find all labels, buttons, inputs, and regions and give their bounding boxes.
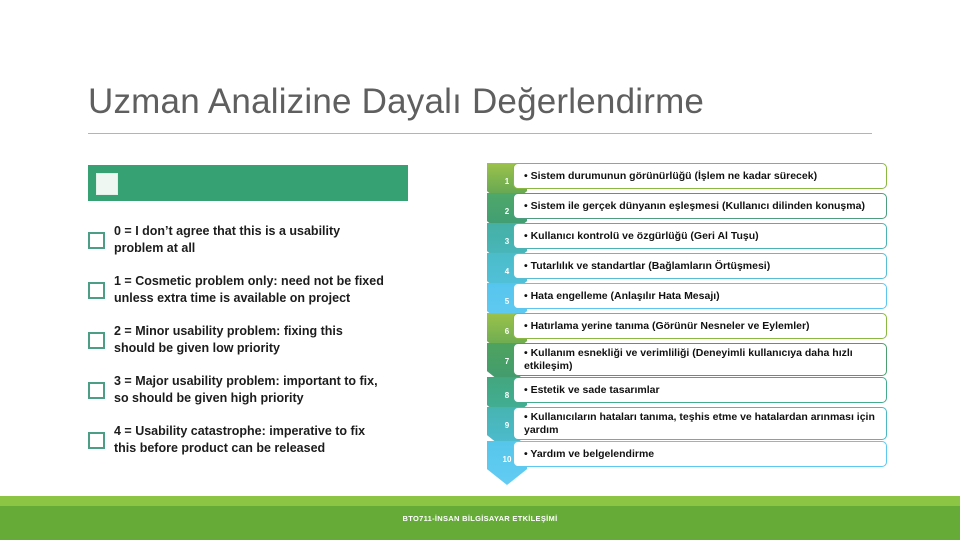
severity-list: 0 = I don’t agree that this is a usabili… bbox=[88, 223, 408, 457]
heuristic-number: 8 bbox=[504, 391, 510, 400]
footer-course-label: BTO711-İNSAN BİLGİSAYAR ETKİLEŞİMİ bbox=[402, 514, 558, 523]
heuristic-label: • Yardım ve belgelendirme bbox=[524, 447, 655, 460]
heuristic-row[interactable]: 3 • Kullanıcı kontrolü ve özgürlüğü (Geri… bbox=[487, 223, 887, 267]
heuristic-text-box[interactable]: • Yardım ve belgelendirme bbox=[513, 441, 887, 467]
severity-item[interactable]: 4 = Usability catastrophe: imperative to… bbox=[88, 423, 408, 457]
heuristic-number: 7 bbox=[504, 357, 510, 366]
severity-item[interactable]: 1 = Cosmetic problem only: need not be f… bbox=[88, 273, 408, 307]
checkbox-icon[interactable] bbox=[88, 382, 105, 399]
severity-scale-panel: 0 = I don’t agree that this is a usabili… bbox=[88, 165, 408, 473]
heuristic-label: • Sistem durumunun görünürlüğü (İşlem ne… bbox=[524, 169, 818, 182]
heuristic-number: 6 bbox=[504, 327, 510, 336]
footer-bar bbox=[0, 506, 960, 540]
heuristic-label: • Estetik ve sade tasarımlar bbox=[524, 383, 660, 396]
heuristic-row[interactable]: 10 • Yardım ve belgelendirme bbox=[487, 441, 887, 485]
heuristic-row[interactable]: 4 • Tutarlılık ve standartlar (Bağlamları… bbox=[487, 253, 887, 297]
heuristic-number: 10 bbox=[502, 455, 512, 464]
heuristic-label: • Hatırlama yerine tanıma (Görünür Nesne… bbox=[524, 319, 810, 332]
severity-item[interactable]: 2 = Minor usability problem: fixing this… bbox=[88, 323, 408, 357]
checkbox-icon[interactable] bbox=[88, 282, 105, 299]
heuristic-text-box[interactable]: • Estetik ve sade tasarımlar bbox=[513, 377, 887, 403]
highlight-bar bbox=[88, 165, 408, 201]
heuristic-label: • Sistem ile gerçek dünyanın eşleşmesi (… bbox=[524, 199, 865, 212]
severity-item-label: 1 = Cosmetic problem only: need not be f… bbox=[114, 274, 384, 305]
severity-item-label: 3 = Major usability problem: important t… bbox=[114, 374, 378, 405]
severity-item[interactable]: 3 = Major usability problem: important t… bbox=[88, 373, 408, 407]
heuristic-label: • Kullanıcı kontrolü ve özgürlüğü (Geri … bbox=[524, 229, 759, 242]
highlight-bar-checkbox[interactable] bbox=[96, 173, 118, 195]
heuristics-list: 1 • Sistem durumunun görünürlüğü (İşlem n… bbox=[487, 163, 887, 485]
heuristic-row[interactable]: 9 • Kullanıcıların hataları tanıma, teşhi… bbox=[487, 407, 887, 451]
heuristic-label: • Kullanıcıların hataları tanıma, teşhis… bbox=[524, 411, 875, 436]
heuristic-text-box[interactable]: • Tutarlılık ve standartlar (Bağlamların… bbox=[513, 253, 887, 279]
heuristic-label: • Tutarlılık ve standartlar (Bağlamların… bbox=[524, 259, 771, 272]
severity-item-label: 4 = Usability catastrophe: imperative to… bbox=[114, 424, 366, 455]
heuristic-number: 9 bbox=[504, 421, 510, 430]
heuristic-row[interactable]: 7 • Kullanım esnekliği ve verimliliği (De… bbox=[487, 343, 887, 387]
footer-accent-strip bbox=[0, 496, 960, 506]
heuristic-number: 5 bbox=[504, 297, 510, 306]
heuristic-number: 2 bbox=[504, 207, 510, 216]
heuristic-row[interactable]: 2 • Sistem ile gerçek dünyanın eşleşmesi … bbox=[487, 193, 887, 237]
severity-item[interactable]: 0 = I don’t agree that this is a usabili… bbox=[88, 223, 408, 257]
page-title: Uzman Analizine Dayalı Değerlendirme bbox=[88, 82, 705, 121]
checkbox-icon[interactable] bbox=[88, 332, 105, 349]
heuristic-label: • Kullanım esnekliği ve verimliliği (Den… bbox=[524, 347, 853, 372]
heuristic-text-box[interactable]: • Sistem ile gerçek dünyanın eşleşmesi (… bbox=[513, 193, 887, 219]
heuristic-text-box[interactable]: • Sistem durumunun görünürlüğü (İşlem ne… bbox=[513, 163, 887, 189]
heuristic-text-box[interactable]: • Kullanıcı kontrolü ve özgürlüğü (Geri … bbox=[513, 223, 887, 249]
heuristic-number: 4 bbox=[504, 267, 510, 276]
heuristic-number: 1 bbox=[504, 177, 510, 186]
severity-item-label: 2 = Minor usability problem: fixing this… bbox=[114, 324, 343, 355]
heuristic-text-box[interactable]: • Hatırlama yerine tanıma (Görünür Nesne… bbox=[513, 313, 887, 339]
heuristic-text-box[interactable]: • Kullanıcıların hataları tanıma, teşhis… bbox=[513, 407, 887, 440]
heuristic-row[interactable]: 6 • Hatırlama yerine tanıma (Görünür Nesn… bbox=[487, 313, 887, 357]
checkbox-icon[interactable] bbox=[88, 232, 105, 249]
title-divider bbox=[88, 133, 872, 134]
heuristic-row[interactable]: 8 • Estetik ve sade tasarımlar bbox=[487, 377, 887, 421]
heuristic-row[interactable]: 1 • Sistem durumunun görünürlüğü (İşlem n… bbox=[487, 163, 887, 207]
checkbox-icon[interactable] bbox=[88, 432, 105, 449]
heuristic-number: 3 bbox=[504, 237, 510, 246]
heuristic-label: • Hata engelleme (Anlaşılır Hata Mesajı) bbox=[524, 289, 720, 302]
heuristic-text-box[interactable]: • Hata engelleme (Anlaşılır Hata Mesajı) bbox=[513, 283, 887, 309]
severity-item-label: 0 = I don’t agree that this is a usabili… bbox=[114, 224, 341, 255]
heuristic-text-box[interactable]: • Kullanım esnekliği ve verimliliği (Den… bbox=[513, 343, 887, 376]
heuristic-row[interactable]: 5 • Hata engelleme (Anlaşılır Hata Mesajı… bbox=[487, 283, 887, 327]
